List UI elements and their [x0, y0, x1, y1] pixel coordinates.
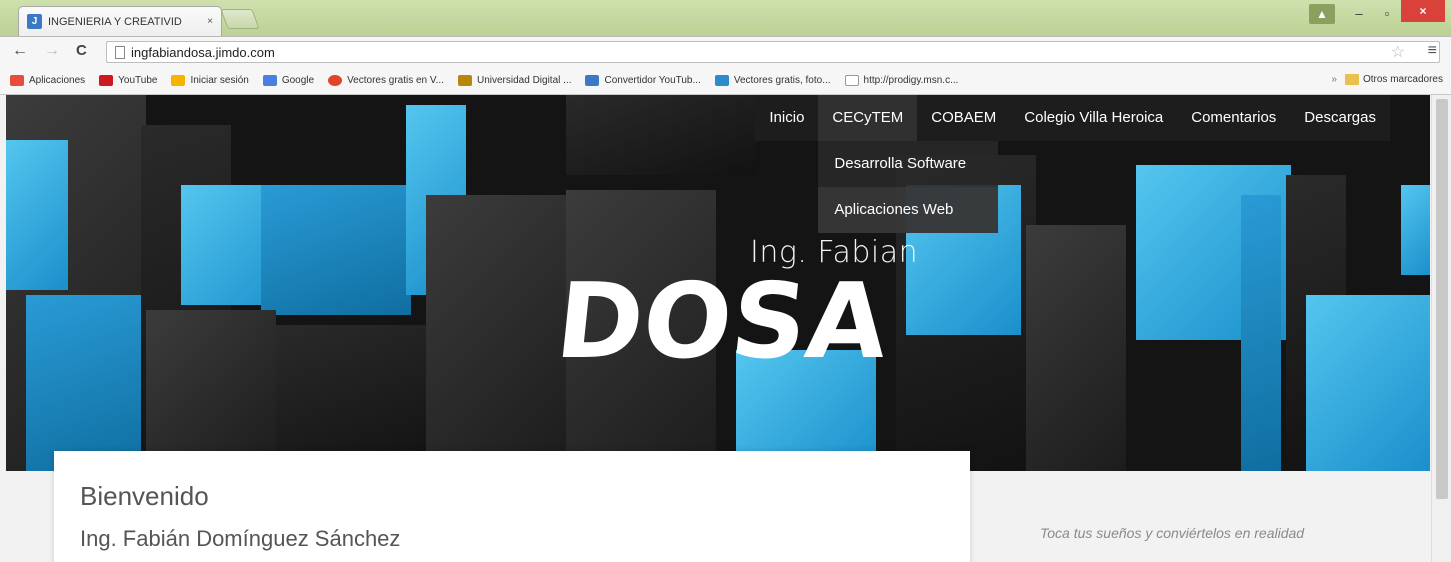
other-bookmarks-label: Otros marcadores	[1362, 74, 1443, 85]
tab-title: INGENIERIA Y CREATIVID	[48, 15, 182, 28]
freepik-icon	[714, 74, 729, 86]
cecytem-dropdown: Desarrolla Software Aplicaciones Web	[818, 141, 999, 233]
page-viewport: Inicio CECyTEM Desarrolla Software Aplic…	[0, 95, 1451, 562]
nav-comentarios[interactable]: Comentarios	[1177, 95, 1290, 141]
other-bookmarks-folder[interactable]: » Otros marcadores	[1331, 74, 1443, 85]
bookmark-google[interactable]: Google	[262, 74, 315, 86]
bookmark-vectores-foto[interactable]: Vectores gratis, foto...	[714, 74, 831, 86]
forward-arrow-icon[interactable]: →	[44, 42, 60, 60]
page-title: Bienvenido	[80, 481, 209, 511]
bookmark-label: http://prodigy.msn.c...	[863, 74, 959, 86]
site-navbar: Inicio CECyTEM Desarrolla Software Aplic…	[755, 95, 1390, 233]
chrome-menu-icon[interactable]: ≡	[1428, 42, 1437, 60]
banner-cube	[6, 140, 68, 290]
banner-cube	[1306, 295, 1430, 471]
maximize-button[interactable]: ▫	[1373, 4, 1401, 24]
banner-cube	[261, 185, 411, 315]
banner-cube	[426, 195, 566, 471]
back-arrow-icon[interactable]: ←	[12, 42, 28, 60]
nav-cecytem[interactable]: CECyTEM Desarrolla Software Aplicaciones…	[818, 95, 999, 233]
banner-cube	[1026, 225, 1126, 471]
vector-site-icon	[328, 74, 343, 86]
banner-cube	[1241, 195, 1281, 471]
tab-close-icon[interactable]: ×	[207, 16, 213, 27]
university-icon	[457, 74, 472, 86]
overflow-chevron-icon[interactable]: »	[1331, 74, 1337, 85]
scrollbar-thumb[interactable]	[1436, 99, 1448, 499]
browser-titlebar: J INGENIERIA Y CREATIVID × ▲ – ▫ ×	[0, 0, 1451, 36]
hero-banner: Inicio CECyTEM Desarrolla Software Aplic…	[6, 95, 1430, 471]
bookmark-vectores[interactable]: Vectores gratis en V...	[328, 74, 444, 86]
nav-inicio[interactable]: Inicio	[755, 95, 818, 141]
user-profile-icon[interactable]: ▲	[1309, 4, 1335, 24]
reload-icon[interactable]: C	[76, 42, 87, 59]
bookmark-star-icon[interactable]: ☆	[1391, 42, 1405, 62]
jimdo-favicon-icon: J	[27, 14, 42, 29]
bookmark-label: Iniciar sesión	[190, 74, 249, 86]
url-text[interactable]: ingfabiandosa.jimdo.com	[131, 45, 275, 60]
youtube-icon	[99, 74, 114, 86]
minimize-button[interactable]: –	[1345, 4, 1373, 24]
bookmark-youtube[interactable]: YouTube	[99, 74, 158, 86]
bookmark-label: Vectores gratis, foto...	[733, 74, 831, 86]
sidebar-tagline: Toca tus sueños y conviértelos en realid…	[1040, 525, 1305, 541]
bookmark-convertidor[interactable]: Convertidor YouTub...	[585, 74, 701, 86]
bookmarks-bar: Aplicaciones YouTube Iniciar sesión Goog…	[0, 66, 1451, 95]
banner-cube	[26, 295, 141, 471]
page-scrollbar[interactable]	[1431, 95, 1451, 562]
bookmark-universidad[interactable]: Universidad Digital ...	[457, 74, 572, 86]
bookmark-label: Universidad Digital ...	[476, 74, 572, 86]
welcome-card: Bienvenido Ing. Fabián Domínguez Sánchez	[54, 451, 970, 562]
bookmark-label: Aplicaciones	[29, 74, 86, 86]
converter-icon	[585, 74, 600, 86]
browser-toolbar: ← → C ingfabiandosa.jimdo.com ☆ ≡	[0, 36, 1451, 66]
author-name: Ing. Fabián Domínguez Sánchez	[80, 526, 401, 551]
folder-icon	[1344, 74, 1359, 85]
bookmark-iniciar-sesion[interactable]: Iniciar sesión	[171, 74, 249, 86]
page-icon	[844, 74, 859, 86]
new-tab-button[interactable]	[220, 9, 260, 29]
nav-cobaem[interactable]: COBAEM	[917, 95, 1010, 141]
banner-cube	[276, 325, 426, 471]
close-window-button[interactable]: ×	[1401, 0, 1445, 22]
nav-descargas[interactable]: Descargas	[1290, 95, 1390, 141]
nav-cecytem-label: CECyTEM	[832, 109, 904, 126]
banner-cube	[146, 310, 276, 471]
bookmark-label: Google	[281, 74, 315, 86]
bookmark-apps[interactable]: Aplicaciones	[10, 74, 86, 86]
browser-tab[interactable]: J INGENIERIA Y CREATIVID ×	[18, 6, 222, 36]
page-icon	[115, 45, 125, 59]
bookmark-prodigy[interactable]: http://prodigy.msn.c...	[844, 74, 959, 86]
apps-grid-icon	[10, 74, 24, 86]
logo-text: DOSA	[551, 265, 894, 370]
bookmark-label: Convertidor YouTub...	[604, 74, 701, 86]
bookmark-label: Vectores gratis en V...	[347, 74, 444, 86]
dropdown-aplicaciones-web[interactable]: Aplicaciones Web	[818, 187, 999, 233]
bookmark-label: YouTube	[118, 74, 158, 86]
google-icon	[262, 74, 277, 86]
address-bar[interactable]: ingfabiandosa.jimdo.com	[106, 41, 1440, 63]
dosa-logo: DOSA	[551, 265, 894, 370]
dropdown-desarrolla-software[interactable]: Desarrolla Software	[818, 141, 999, 187]
banner-cube	[1401, 185, 1430, 275]
microsoft-icon	[171, 74, 186, 86]
banner-cube	[566, 95, 756, 175]
window-controls: ▲ – ▫ ×	[1309, 0, 1445, 24]
nav-colegio-villa-heroica[interactable]: Colegio Villa Heroica	[1010, 95, 1177, 141]
